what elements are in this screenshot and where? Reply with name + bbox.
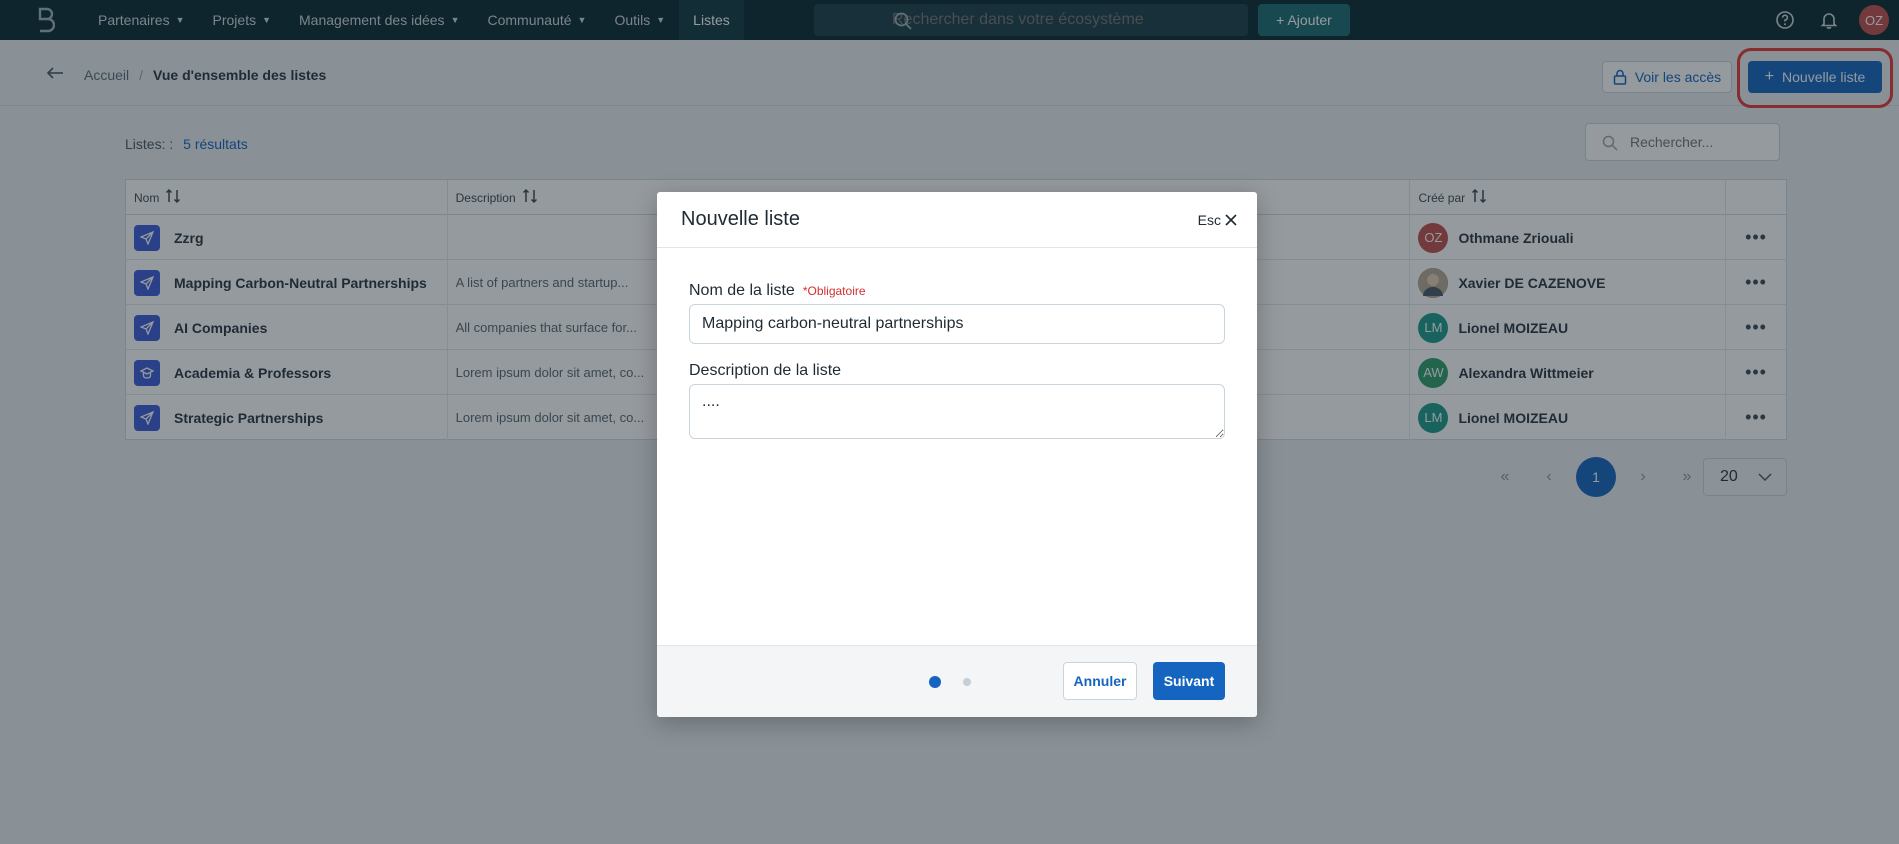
close-icon	[1225, 213, 1237, 226]
step-indicator	[929, 676, 971, 688]
next-button[interactable]: Suivant	[1153, 662, 1225, 700]
required-indicator: *Obligatoire	[802, 284, 866, 298]
dialog-title: Nouvelle liste	[681, 208, 800, 230]
step-dot-active	[929, 676, 941, 688]
cancel-button[interactable]: Annuler	[1063, 662, 1137, 700]
list-description-label: Description de la liste	[689, 362, 842, 379]
list-description-field: Description de la liste ....	[689, 362, 1225, 444]
dialog-body: Nom de la liste *Obligatoire Mapping car…	[657, 248, 1257, 444]
list-name-input[interactable]: Mapping carbon-neutral partnerships	[689, 304, 1225, 344]
close-button[interactable]: Esc	[1198, 212, 1237, 228]
list-name-field: Nom de la liste *Obligatoire Mapping car…	[689, 282, 1225, 344]
dialog-header: Nouvelle liste Esc	[657, 192, 1257, 248]
list-description-textarea[interactable]: ....	[689, 384, 1225, 439]
list-name-label: Nom de la liste	[689, 282, 795, 299]
dialog-footer: Annuler Suivant	[657, 645, 1257, 717]
new-list-dialog: Nouvelle liste Esc Nom de la liste *Obli…	[657, 192, 1257, 717]
step-dot-inactive	[963, 678, 971, 686]
